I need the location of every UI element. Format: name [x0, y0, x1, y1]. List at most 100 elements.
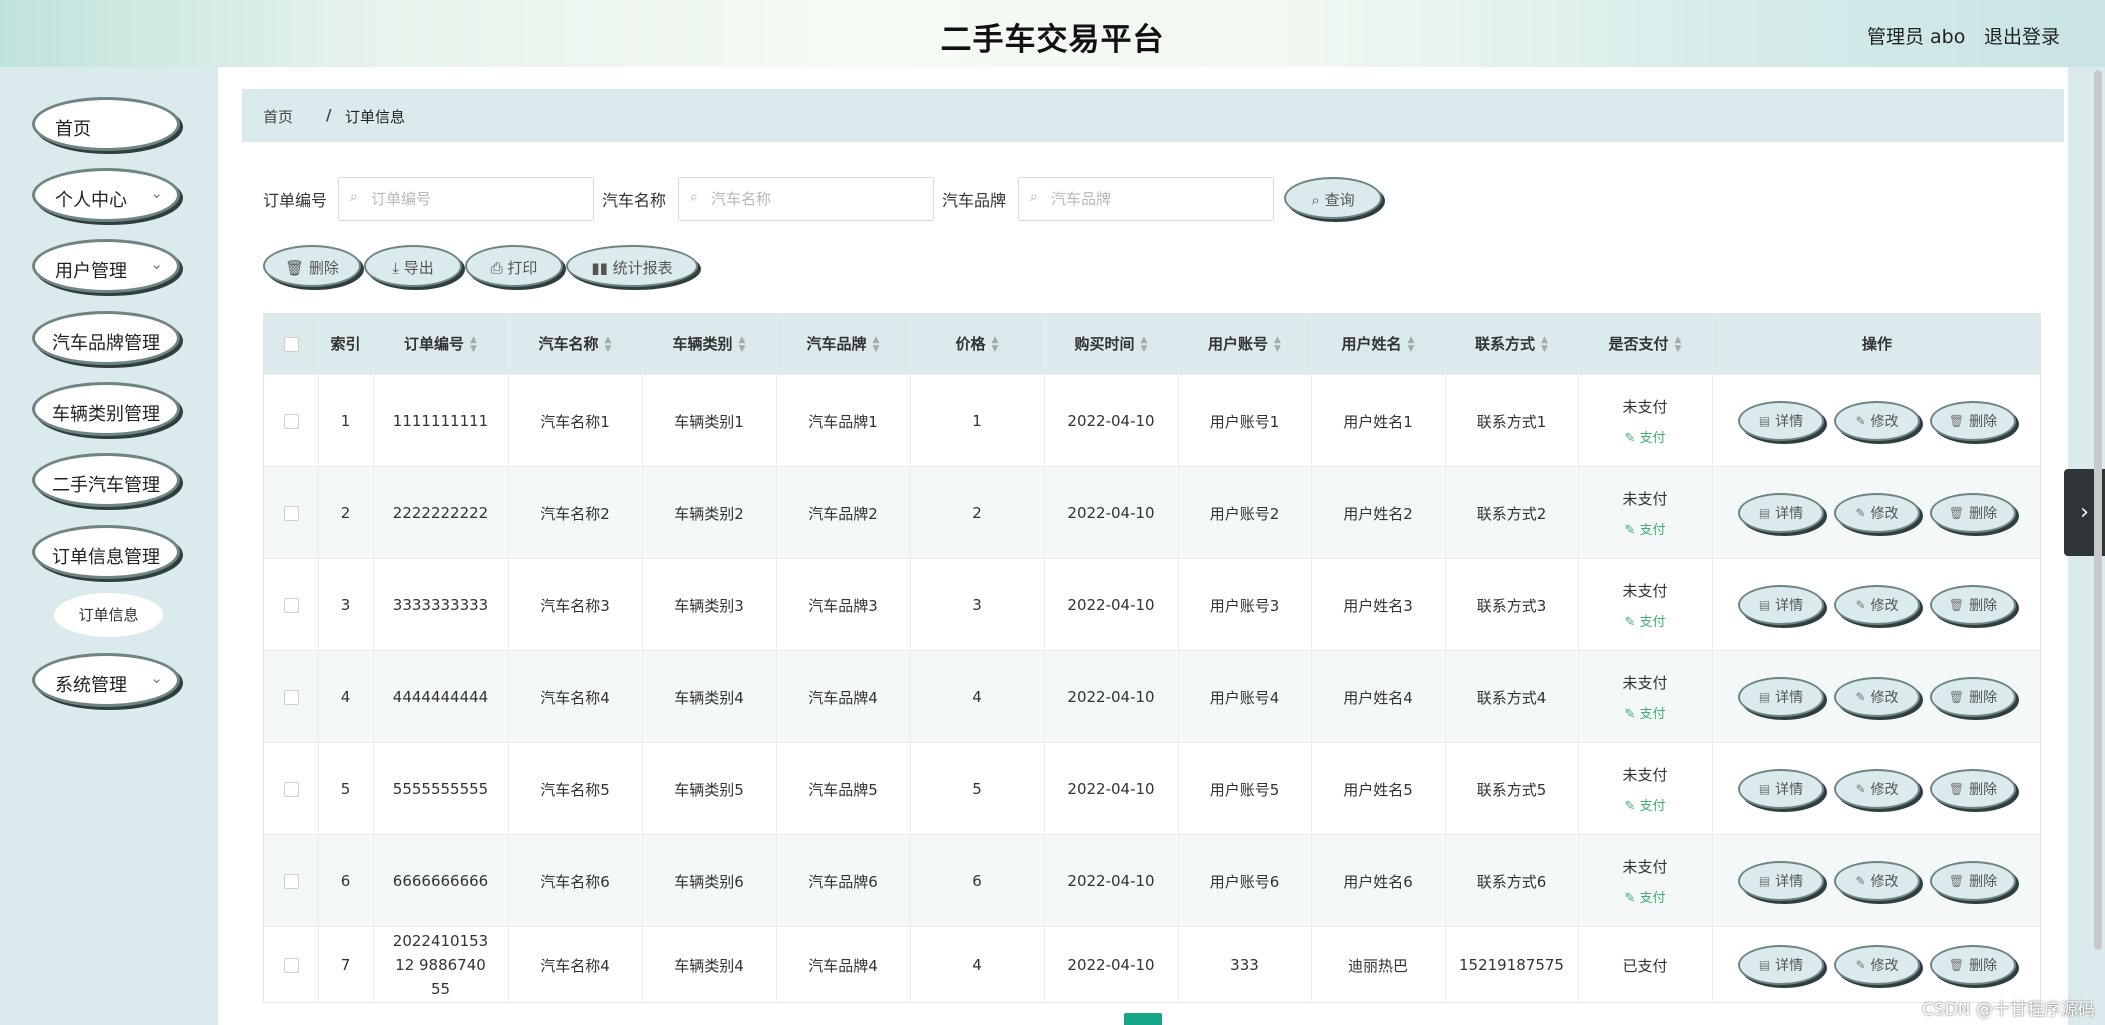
pay-link[interactable]: ✎ 支付 [1624, 795, 1665, 814]
edit-button[interactable]: ✎ 修改 [1834, 769, 1920, 809]
order-number-input[interactable] [369, 186, 583, 212]
column-header-order-number[interactable]: 订单编号 ▲ ▼ [373, 314, 508, 374]
sort-icon[interactable]: ▲ ▼ [739, 335, 746, 354]
car-name-input[interactable] [709, 186, 923, 212]
row-delete-button[interactable]: 🗑 删除 [1930, 401, 2016, 441]
row-checkbox[interactable] [283, 597, 299, 613]
detail-button[interactable]: ▤ 详情 [1738, 677, 1824, 717]
row-delete-button[interactable]: 🗑 删除 [1930, 945, 2016, 985]
sidebar-item-system-management[interactable]: 系统管理 ⌄ [32, 653, 180, 707]
edit-button[interactable]: ✎ 修改 [1834, 861, 1920, 901]
pay-link[interactable]: ✎ 支付 [1624, 703, 1665, 722]
table-row: 5 5555555555 汽车名称5 车辆类别5 汽车品牌5 5 2022-04-10 用户账… [264, 742, 2040, 835]
column-divider [1712, 314, 1713, 1002]
cell-date: 2022-04-10 [1067, 688, 1155, 706]
pay-link[interactable]: ✎ 支付 [1624, 427, 1665, 446]
sidebar: 首页 个人中心 ⌄ 用户管理 ⌄ 汽车品牌管理 车辆类别管理 二手汽车管理 订单… [0, 67, 218, 1025]
column-header-category[interactable]: 车辆类别 ▲ ▼ [642, 314, 776, 374]
row-checkbox[interactable] [283, 505, 299, 521]
column-header-brand[interactable]: 汽车品牌 ▲ ▼ [776, 314, 910, 374]
edit-button-label: 修改 [1870, 506, 1899, 522]
edit-button[interactable]: ✎ 修改 [1834, 945, 1920, 985]
sidebar-item-order-management[interactable]: 订单信息管理 [32, 525, 180, 579]
sidebar-item-personal-center[interactable]: 个人中心 ⌄ [32, 168, 180, 222]
edit-button[interactable]: ✎ 修改 [1834, 677, 1920, 717]
sort-icon[interactable]: ▲ ▼ [605, 335, 612, 354]
chevron-down-icon: ⌄ [150, 184, 163, 202]
column-header-user-name[interactable]: 用户姓名 ▲ ▼ [1311, 314, 1445, 374]
sidebar-item-category-management[interactable]: 车辆类别管理 [32, 382, 180, 436]
table-row: 3 3333333333 汽车名称3 车辆类别3 汽车品牌3 3 2022-04-10 用户账… [264, 558, 2040, 651]
sidebar-item-user-management[interactable]: 用户管理 ⌄ [32, 239, 180, 293]
cell-paid: 未支付 ✎ 支付 [1578, 651, 1712, 743]
detail-button[interactable]: ▤ 详情 [1738, 861, 1824, 901]
detail-button[interactable]: ▤ 详情 [1738, 585, 1824, 625]
detail-button[interactable]: ▤ 详情 [1738, 401, 1824, 441]
row-checkbox[interactable] [283, 689, 299, 705]
column-header-contact[interactable]: 联系方式 ▲ ▼ [1445, 314, 1578, 374]
column-header-price[interactable]: 价格 ▲ ▼ [910, 314, 1044, 374]
cell-username: 用户姓名3 [1343, 596, 1413, 615]
edit-icon: ✎ [1855, 598, 1866, 612]
detail-button[interactable]: ▤ 详情 [1738, 769, 1824, 809]
row-checkbox[interactable] [283, 957, 299, 973]
row-delete-button[interactable]: 🗑 删除 [1930, 769, 2016, 809]
edit-button[interactable]: ✎ 修改 [1834, 585, 1920, 625]
row-checkbox[interactable] [283, 781, 299, 797]
cell-username: 迪丽热巴 [1347, 956, 1408, 975]
pay-link[interactable]: ✎ 支付 [1624, 611, 1665, 630]
sort-icon[interactable]: ▲ ▼ [1408, 335, 1415, 354]
sort-icon[interactable]: ▲ ▼ [1541, 335, 1548, 354]
row-delete-button[interactable]: 🗑 删除 [1930, 861, 2016, 901]
cell-idx: 4 [340, 688, 351, 706]
sidebar-item-brand-management[interactable]: 汽车品牌管理 [32, 311, 180, 365]
print-button[interactable]: ⎙ 打印 [465, 245, 563, 287]
edit-button[interactable]: ✎ 修改 [1834, 401, 1920, 441]
sidebar-item-home[interactable]: 首页 [32, 97, 180, 151]
column-header-user-account[interactable]: 用户账号 ▲ ▼ [1178, 314, 1311, 374]
car-brand-input[interactable] [1049, 186, 1263, 212]
row-delete-button[interactable]: 🗑 删除 [1930, 493, 2016, 533]
row-delete-button-label: 删除 [1969, 598, 1998, 614]
cell-paid: 未支付 ✎ 支付 [1578, 835, 1712, 927]
column-header-purchase-time[interactable]: 购买时间 ▲ ▼ [1044, 314, 1178, 374]
edit-button[interactable]: ✎ 修改 [1834, 493, 1920, 533]
sidebar-item-used-car-management[interactable]: 二手汽车管理 [32, 453, 180, 507]
export-button[interactable]: ⤓ 导出 [364, 245, 462, 287]
detail-button[interactable]: ▤ 详情 [1738, 493, 1824, 533]
edit-icon: ✎ [1624, 799, 1640, 814]
sort-icon[interactable]: ▲ ▼ [1141, 335, 1148, 354]
delete-button[interactable]: 🗑 删除 [263, 245, 361, 287]
detail-button-label: 详情 [1775, 598, 1804, 614]
sort-icon[interactable]: ▲ ▼ [992, 335, 999, 354]
row-delete-button[interactable]: 🗑 删除 [1930, 677, 2016, 717]
column-header-car-name[interactable]: 汽车名称 ▲ ▼ [508, 314, 642, 374]
edit-button-label: 修改 [1870, 782, 1899, 798]
sort-icon[interactable]: ▲ ▼ [873, 335, 880, 354]
column-header-paid[interactable]: 是否支付 ▲ ▼ [1578, 314, 1712, 374]
row-delete-button[interactable]: 🗑 删除 [1930, 585, 2016, 625]
row-checkbox[interactable] [283, 873, 299, 889]
cell-price: 6 [972, 872, 982, 890]
detail-button[interactable]: ▤ 详情 [1738, 945, 1824, 985]
query-button[interactable]: ⌕ 查询 [1284, 177, 1382, 219]
sort-icon[interactable]: ▲ ▼ [1274, 335, 1281, 354]
select-all-checkbox[interactable] [283, 337, 299, 352]
document-icon: ▤ [1758, 958, 1771, 972]
statistics-report-button[interactable]: ▮▮ 统计报表 [566, 245, 698, 287]
pagination-current-page[interactable] [1124, 1013, 1162, 1025]
edit-icon: ✎ [1855, 958, 1866, 972]
row-checkbox[interactable] [283, 413, 299, 429]
cell-brand: 汽车品牌4 [808, 688, 878, 707]
logout-link[interactable]: 退出登录 [1984, 22, 2060, 49]
pay-link[interactable]: ✎ 支付 [1624, 519, 1665, 538]
sort-icon[interactable]: ▲ ▼ [470, 335, 477, 354]
sidebar-subitem-order-info[interactable]: 订单信息 [54, 593, 163, 637]
pay-link[interactable]: ✎ 支付 [1624, 887, 1665, 906]
sort-icon[interactable]: ▲ ▼ [1675, 335, 1682, 354]
breadcrumb-home[interactable]: 首页 [263, 106, 293, 127]
page-scrollbar[interactable] [2094, 70, 2102, 950]
payment-status: 未支付 [1622, 766, 1668, 784]
edit-icon: ✎ [1624, 523, 1640, 538]
cell-order: 202241015312 988674055 [392, 932, 489, 998]
